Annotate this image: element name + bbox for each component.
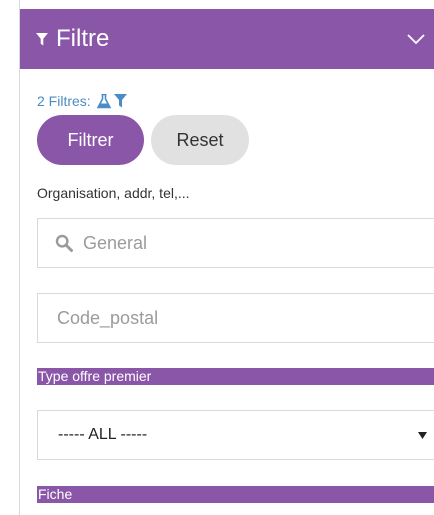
chevron-down-icon[interactable]: [406, 29, 426, 49]
panel-title: Filtre: [56, 25, 110, 52]
postal-code-input[interactable]: [57, 294, 434, 342]
reset-button[interactable]: Reset: [151, 115, 249, 165]
panel-left-border: [19, 0, 20, 515]
filter-panel: Filtre 2 Filtres: Filtrer Reset Organisa…: [0, 0, 434, 515]
type-offre-select[interactable]: ----- ALL -----: [37, 410, 434, 460]
caret-down-icon: [416, 429, 428, 441]
apply-filters-button[interactable]: Filtrer: [37, 115, 144, 165]
fiche-section-label: Fiche: [37, 486, 434, 503]
general-search-field[interactable]: [37, 218, 434, 268]
postal-code-field[interactable]: [37, 293, 434, 343]
filter-icon: [36, 32, 48, 46]
type-offre-section-label: Type offre premier: [37, 368, 434, 385]
filter-icon[interactable]: [113, 94, 127, 108]
search-hint: Organisation, addr, tel,...: [37, 185, 190, 201]
type-offre-selected-value: ----- ALL -----: [58, 426, 148, 443]
general-search-input[interactable]: [83, 219, 434, 267]
active-filters-label: 2 Filtres:: [37, 93, 91, 109]
panel-header[interactable]: Filtre: [20, 9, 434, 69]
search-icon: [55, 234, 73, 252]
active-filters-summary: 2 Filtres:: [37, 92, 127, 110]
flask-icon[interactable]: [96, 93, 111, 109]
